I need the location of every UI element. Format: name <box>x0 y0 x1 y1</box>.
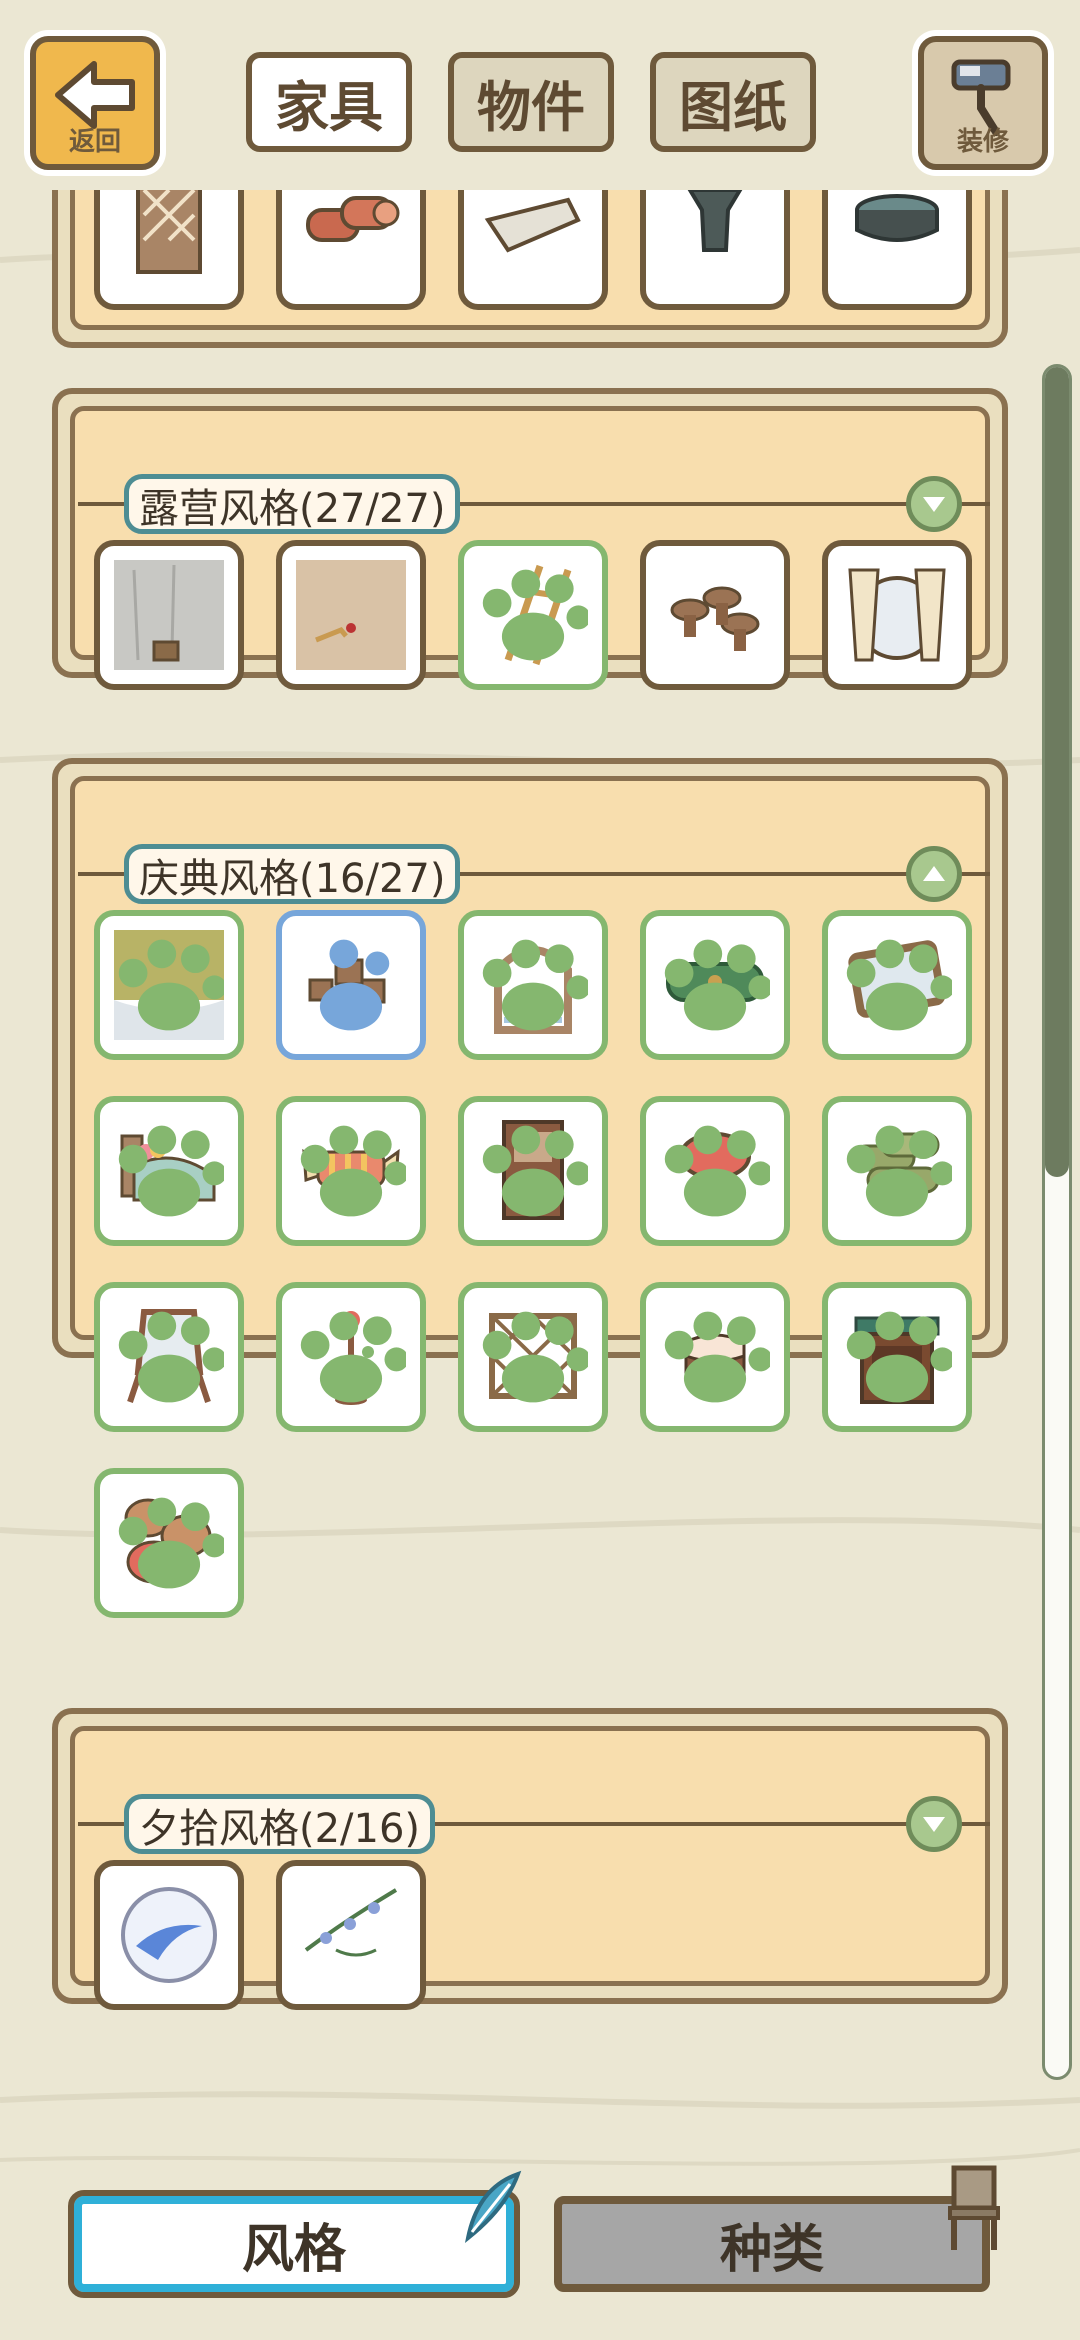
collapse-toggle-button[interactable] <box>906 846 962 902</box>
chevron-down-icon <box>923 1817 945 1832</box>
section-title: 庆典风格(16/27) <box>124 844 461 904</box>
paw-icon <box>118 939 224 1031</box>
marble-orb-icon <box>121 1887 217 1983</box>
item-rolled-carpets[interactable] <box>276 190 426 310</box>
tab-label: 家具 <box>275 75 383 139</box>
item-curtained-window[interactable] <box>822 540 972 690</box>
item-tablet-frame[interactable] <box>822 910 972 1060</box>
item-green-sleeping-bag[interactable] <box>640 910 790 1060</box>
item-sack-pile[interactable] <box>94 1468 244 1618</box>
item-bed[interactable] <box>94 1096 244 1246</box>
paw-icon <box>482 569 588 661</box>
curtained-window-icon <box>848 568 946 662</box>
tab-furniture[interactable]: 家具 <box>246 52 412 152</box>
paw-icon <box>846 1125 952 1217</box>
feather-icon <box>464 2170 522 2243</box>
tab-blueprints[interactable]: 图纸 <box>650 52 816 152</box>
pointer-paw-icon <box>319 939 390 1031</box>
expand-toggle-button[interactable] <box>906 476 962 532</box>
tab-category[interactable]: 种类 <box>554 2196 990 2292</box>
stone-pedestal-icon <box>687 190 743 252</box>
mushroom-stools-icon <box>670 586 760 651</box>
top-bar: 返回 家具 物件 图纸 装修 <box>0 0 1080 190</box>
round-basin-icon <box>855 194 939 242</box>
renovate-label: 装修 <box>956 127 1009 157</box>
item-red-mushroom-stool[interactable] <box>640 1096 790 1246</box>
item-fireplace-cabinet[interactable] <box>458 1096 608 1246</box>
tab-label: 种类 <box>719 2219 824 2280</box>
item-grey-wall-backdrop[interactable] <box>94 540 244 690</box>
rolled-paper-icon <box>484 197 581 253</box>
item-candy-pillow[interactable] <box>276 1096 426 1246</box>
tab-objects[interactable]: 物件 <box>448 52 614 152</box>
flower-vine-icon <box>304 1888 398 1957</box>
section-title: 露营风格(27/27) <box>124 474 461 534</box>
paw-icon <box>664 939 770 1031</box>
paw-icon <box>118 1311 224 1403</box>
item-green-rolls[interactable] <box>822 1096 972 1246</box>
item-mushroom-stools[interactable] <box>640 540 790 690</box>
paw-icon <box>300 1311 406 1403</box>
wooden-door-icon <box>136 190 202 274</box>
paw-icon <box>482 939 588 1031</box>
item-sandy-floor[interactable] <box>276 540 426 690</box>
item-easel-mirror[interactable] <box>94 1282 244 1432</box>
chair-icon <box>948 2165 1000 2250</box>
paw-icon <box>664 1311 770 1403</box>
section-title: 夕拾风格(2/16) <box>124 1794 436 1854</box>
grey-wall-backdrop-icon <box>114 560 224 670</box>
paw-icon <box>300 1125 406 1217</box>
paw-icon <box>118 1497 224 1589</box>
item-wooden-door[interactable] <box>94 190 244 310</box>
item-cake[interactable] <box>640 1282 790 1432</box>
tab-label: 物件 <box>477 75 585 139</box>
item-stone-pedestal[interactable] <box>640 190 790 310</box>
item-stacked-pots[interactable] <box>276 910 426 1060</box>
item-wooden-ladder[interactable] <box>458 540 608 690</box>
item-coat-stand[interactable] <box>276 1282 426 1432</box>
item-marble-orb[interactable] <box>94 1860 244 2010</box>
paw-icon <box>846 1311 952 1403</box>
paw-icon <box>846 939 952 1031</box>
tab-label: 图纸 <box>679 75 787 139</box>
item-rolled-paper[interactable] <box>458 190 608 310</box>
item-arched-window[interactable] <box>458 910 608 1060</box>
item-flower-vine[interactable] <box>276 1860 426 2010</box>
paw-icon <box>482 1311 588 1403</box>
back-label: 返回 <box>68 127 121 157</box>
paw-icon <box>118 1125 224 1217</box>
furniture-list[interactable]: 露营风格(27/27) 庆典风格(16/27) 夕拾风格(2/16) <box>0 190 1080 2070</box>
chevron-up-icon <box>923 866 945 881</box>
tab-style[interactable]: 风格 <box>68 2190 520 2298</box>
renovate-button[interactable]: 装修 <box>918 36 1048 170</box>
chevron-down-icon <box>923 497 945 512</box>
sandy-floor-icon <box>296 560 406 670</box>
paw-icon <box>664 1125 770 1217</box>
expand-toggle-button[interactable] <box>906 1796 962 1852</box>
tab-label: 风格 <box>241 2219 346 2280</box>
item-lattice-screen[interactable] <box>458 1282 608 1432</box>
item-round-basin[interactable] <box>822 190 972 310</box>
item-olive-wallpaper[interactable] <box>94 910 244 1060</box>
rolled-carpets-icon <box>306 196 400 242</box>
back-button[interactable]: 返回 <box>30 36 160 170</box>
paw-icon <box>482 1125 588 1217</box>
scrollbar-thumb[interactable] <box>1045 367 1069 1177</box>
item-wooden-cabinet[interactable] <box>822 1282 972 1432</box>
